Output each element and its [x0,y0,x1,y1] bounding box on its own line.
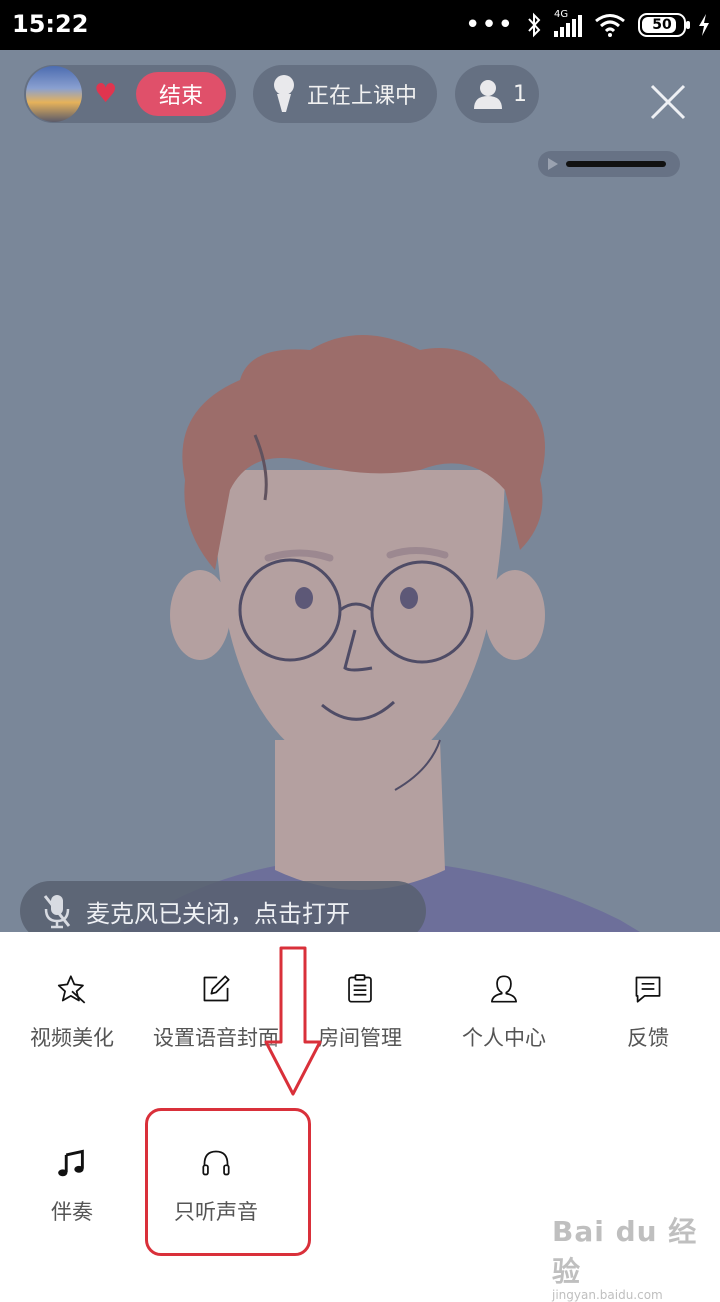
menu-item-label: 反馈 [627,1026,669,1050]
end-button[interactable]: 结束 [136,72,226,116]
redaction-mark [566,161,666,167]
clock: 15:22 [12,10,89,38]
clipboard-icon [348,974,372,1003]
battery-level: 50 [652,17,672,33]
status-bar: 15:22 ••• 4G 50 [0,0,720,50]
person-icon [474,80,502,109]
audience-count-value: 1 [513,81,527,107]
more-dots-icon: ••• [464,10,514,40]
charging-icon [699,14,709,36]
avatar[interactable] [26,66,82,122]
class-status: 正在上课中 [253,65,437,123]
network-type: 4G [554,9,569,20]
watermark-site: jingyan.baidu.com [552,1288,663,1302]
feedback-icon [635,976,661,1003]
menu-item-accompaniment[interactable]: 伴奏 [2,1106,142,1226]
live-top-bar: ♥ 结束 正在上课中 1 [0,50,720,177]
mic-off-notice[interactable]: 麦克风已关闭，点击打开 [20,881,426,932]
microphone-icon [274,75,294,112]
battery-indicator: 50 [638,13,690,37]
menu-item-label: 伴奏 [51,1200,93,1224]
watermark-brand: Bai du 经验 [552,1215,698,1288]
user-icon [491,975,517,1003]
annotation-highlight [145,1108,311,1256]
microphone-off-icon [43,895,71,929]
edit-icon [203,975,230,1002]
teacher-portrait-illustration [120,335,640,932]
host-info: ♥ 结束 [24,65,236,123]
redacted-room-id [538,151,680,177]
audience-count[interactable]: 1 [455,65,539,123]
music-note-icon [58,1149,84,1177]
annotation-arrow-icon [264,946,322,1096]
play-icon [548,158,558,170]
menu-item-label: 房间管理 [318,1026,402,1050]
wifi-icon [595,14,625,37]
video-stage: ♥ 结束 正在上课中 1 麦克风已关闭，点击打开 [0,50,720,932]
close-icon[interactable] [648,82,688,122]
baidu-jingyan-watermark: Bai du 经验 jingyan.baidu.com [552,1210,720,1302]
signal-icon: 4G [554,9,582,37]
mic-off-notice-text: 麦克风已关闭，点击打开 [86,899,350,928]
menu-item-video-beauty[interactable]: 视频美化 [2,932,142,1052]
heart-icon: ♥ [94,79,118,109]
status-icons: ••• 4G 50 [464,9,710,40]
menu-item-profile[interactable]: 个人中心 [434,932,574,1052]
menu-item-label: 视频美化 [30,1026,114,1050]
magic-wand-icon [57,975,86,1004]
menu-item-feedback[interactable]: 反馈 [578,932,718,1052]
class-status-label: 正在上课中 [307,84,418,109]
menu-item-label: 设置语音封面 [153,1026,279,1050]
bluetooth-icon [528,12,541,38]
menu-item-label: 个人中心 [462,1026,546,1050]
